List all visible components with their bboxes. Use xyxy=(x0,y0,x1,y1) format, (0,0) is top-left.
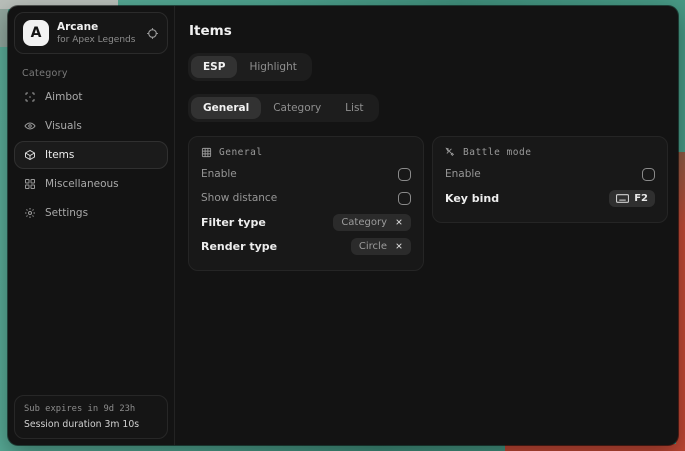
sidebar-item-items[interactable]: Items xyxy=(14,141,168,169)
sidebar-item-settings[interactable]: Settings xyxy=(14,199,168,227)
keyboard-icon xyxy=(616,194,629,203)
session-duration-text: Session duration 3m 10s xyxy=(24,419,158,430)
sidebar-item-label: Aimbot xyxy=(45,91,83,103)
grid-icon xyxy=(24,178,36,190)
selected-value: Category xyxy=(341,217,387,228)
app-title-block: Arcane for Apex Legends xyxy=(57,21,138,45)
sidebar-item-visuals[interactable]: Visuals xyxy=(14,112,168,140)
enable-checkbox[interactable] xyxy=(398,168,411,181)
app-subtitle: for Apex Legends xyxy=(57,35,138,45)
panel-general: General Enable Show distance Filter type Cat… xyxy=(188,136,424,271)
setting-label: Show distance xyxy=(201,192,277,204)
subtab-list[interactable]: List xyxy=(333,97,375,119)
enable-checkbox[interactable] xyxy=(642,168,655,181)
filter-type-select[interactable]: Category xyxy=(333,214,411,231)
setting-label: Filter type xyxy=(201,216,266,229)
setting-label: Enable xyxy=(201,168,237,180)
tab-highlight[interactable]: Highlight xyxy=(237,56,308,78)
clear-icon[interactable] xyxy=(395,218,403,226)
setting-row-key-bind: Key bind F2 xyxy=(445,186,655,210)
setting-row-enable: Enable xyxy=(445,162,655,186)
subscription-card: Sub expires in 9d 23h Session duration 3… xyxy=(14,395,168,439)
setting-label: Render type xyxy=(201,240,277,253)
selected-value: Circle xyxy=(359,241,387,252)
setting-row-render-type: Render type Circle xyxy=(201,234,411,258)
subtab-category[interactable]: Category xyxy=(261,97,333,119)
panel-header: Battle mode xyxy=(445,147,655,158)
settings-panels: General Enable Show distance Filter type Cat… xyxy=(188,136,668,271)
overlay-window: A Arcane for Apex Legends Category Aimbo… xyxy=(8,6,678,445)
swords-icon xyxy=(445,147,456,158)
key-bind-button[interactable]: F2 xyxy=(609,190,655,207)
sidebar-item-miscellaneous[interactable]: Miscellaneous xyxy=(14,170,168,198)
sidebar-nav: Aimbot Visuals Items Miscellaneous Settings xyxy=(14,83,168,227)
app-header-card: A Arcane for Apex Legends xyxy=(14,12,168,54)
category-section-label: Category xyxy=(22,68,168,79)
setting-row-enable: Enable xyxy=(201,162,411,186)
gear-icon xyxy=(24,207,36,219)
setting-label: Enable xyxy=(445,168,481,180)
sidebar-item-label: Items xyxy=(45,149,74,161)
panel-header: General xyxy=(201,147,411,158)
crosshair-icon xyxy=(24,91,36,103)
background-gray-edge xyxy=(0,9,8,47)
panel-battle-mode: Battle mode Enable Key bind F2 xyxy=(432,136,668,223)
target-icon[interactable] xyxy=(146,27,159,40)
app-logo: A xyxy=(23,20,49,46)
clear-icon[interactable] xyxy=(395,242,403,250)
app-name: Arcane xyxy=(57,21,138,33)
box-icon xyxy=(24,149,36,161)
keybind-value: F2 xyxy=(634,193,648,204)
sidebar-item-label: Miscellaneous xyxy=(45,178,119,190)
page-title: Items xyxy=(189,23,668,39)
sub-expiry-text: Sub expires in 9d 23h xyxy=(24,404,158,414)
show-distance-checkbox[interactable] xyxy=(398,192,411,205)
grid-dots-icon xyxy=(201,147,212,158)
panel-title: Battle mode xyxy=(463,147,531,158)
sub-tabbar: GeneralCategoryList xyxy=(188,94,379,122)
sidebar-item-label: Settings xyxy=(45,207,88,219)
subtab-general[interactable]: General xyxy=(191,97,261,119)
sidebar-item-label: Visuals xyxy=(45,120,82,132)
render-type-select[interactable]: Circle xyxy=(351,238,411,255)
eye-icon xyxy=(24,120,36,132)
main-content: Items ESPHighlight GeneralCategoryList G… xyxy=(175,6,678,445)
sidebar: A Arcane for Apex Legends Category Aimbo… xyxy=(8,6,175,445)
tab-esp[interactable]: ESP xyxy=(191,56,237,78)
mode-tabbar: ESPHighlight xyxy=(188,53,312,81)
setting-row-show-distance: Show distance xyxy=(201,186,411,210)
background-red-bottom xyxy=(505,444,685,451)
panel-title: General xyxy=(219,147,263,158)
setting-label: Key bind xyxy=(445,192,499,205)
setting-row-filter-type: Filter type Category xyxy=(201,210,411,234)
sidebar-item-aimbot[interactable]: Aimbot xyxy=(14,83,168,111)
